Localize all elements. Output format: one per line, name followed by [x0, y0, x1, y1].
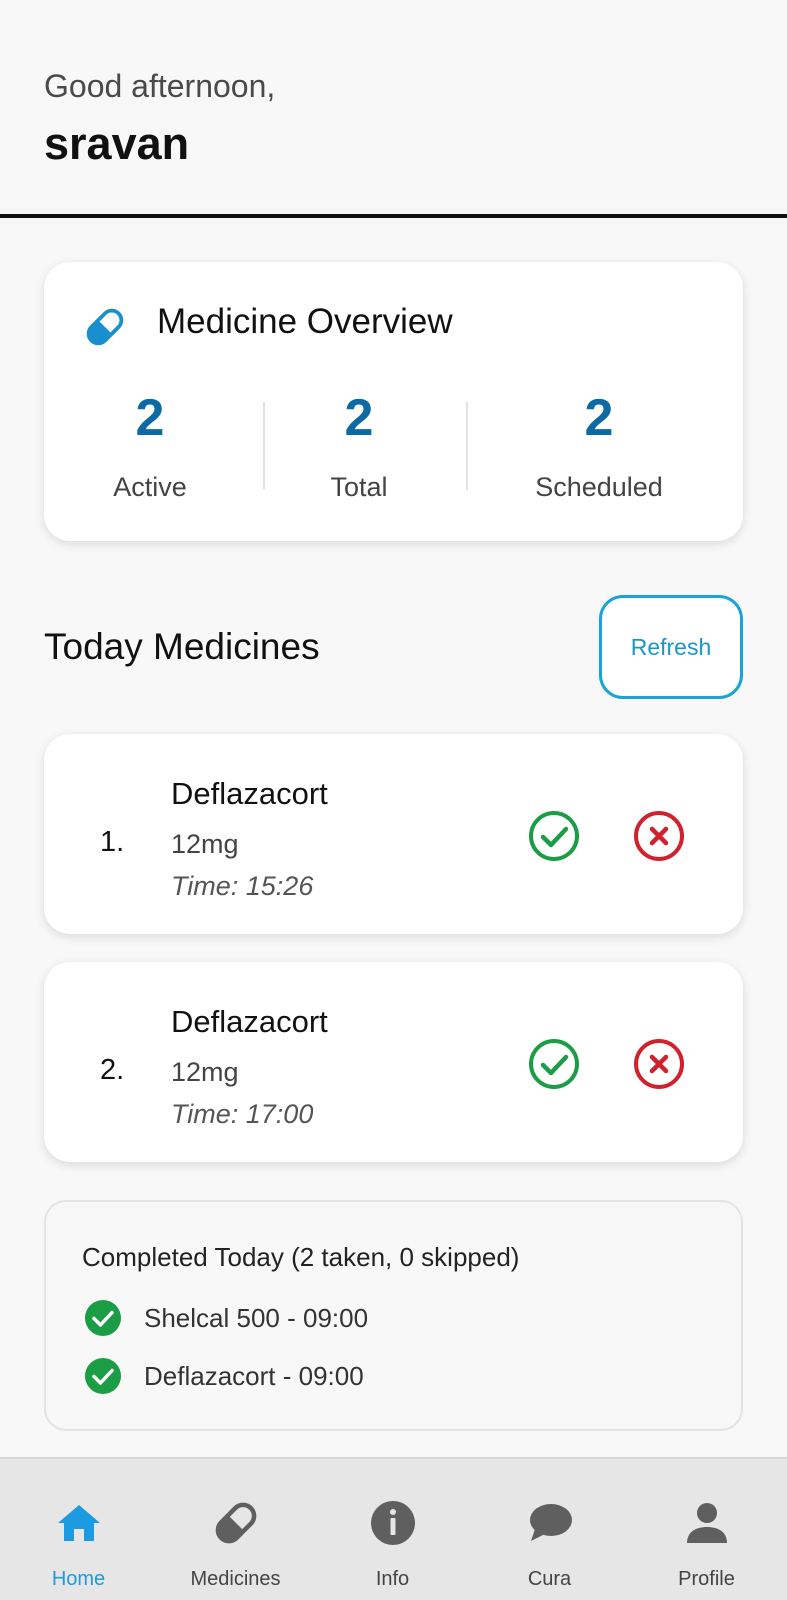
completed-item-text: Shelcal 500 - 09:00 [144, 1302, 369, 1333]
overview-title: Medicine Overview [157, 302, 453, 341]
greeting-header: Good afternoon, sravan [0, 0, 787, 218]
pill-icon [86, 308, 124, 346]
stat-label: Scheduled [535, 472, 663, 502]
username: sravan [44, 118, 190, 169]
nav-label: Medicines [190, 1568, 281, 1590]
mark-taken-check-icon[interactable] [528, 810, 580, 862]
completed-item-text: Deflazacort - 09:00 [144, 1360, 364, 1391]
check-circle-icon [85, 1358, 121, 1394]
completed-today-panel: Completed Today (2 taken, 0 skipped) She… [44, 1200, 743, 1431]
nav-label: Home [51, 1568, 106, 1590]
pill-icon [215, 1502, 257, 1544]
today-medicines-title: Today Medicines [44, 626, 320, 667]
stat-label: Total [330, 472, 388, 502]
home-icon [58, 1505, 100, 1541]
nav-item-cura[interactable]: Cura [471, 1459, 628, 1600]
medicine-index: 1. [100, 826, 125, 858]
medicine-time: Time: 17:00 [171, 1099, 314, 1129]
medicine-overview-card: Medicine Overview 2 Active 2 Total 2 Sch… [44, 262, 743, 541]
medicine-index: 2. [100, 1054, 125, 1086]
stat-total: 2 Total [259, 392, 459, 503]
medicine-name: Deflazacort [171, 776, 328, 811]
medicine-name: Deflazacort [171, 1004, 328, 1039]
stat-label: Active [113, 472, 187, 502]
stat-active: 2 Active [50, 392, 250, 503]
medicine-dose: 12mg [171, 1057, 239, 1087]
chat-bubble-icon [530, 1504, 572, 1541]
stat-value: 2 [584, 389, 614, 447]
nav-label: Profile [678, 1568, 735, 1590]
mark-skipped-close-icon[interactable] [633, 1038, 685, 1090]
greeting-text: Good afternoon, [44, 68, 276, 104]
medicine-item: 1. Deflazacort 12mg Time: 15:26 [44, 734, 743, 934]
nav-item-info[interactable]: Info [314, 1459, 471, 1600]
medicine-dose: 12mg [171, 829, 239, 859]
mark-skipped-close-icon[interactable] [633, 810, 685, 862]
check-circle-icon [85, 1300, 121, 1336]
person-icon [687, 1503, 727, 1543]
stat-divider [466, 402, 468, 490]
bottom-navigation: Home Medicines Info Cura Profile [0, 1457, 787, 1600]
stat-value: 2 [135, 389, 165, 447]
nav-item-medicines[interactable]: Medicines [157, 1459, 314, 1600]
completed-title: Completed Today (2 taken, 0 skipped) [82, 1242, 520, 1272]
nav-item-home[interactable]: Home [0, 1459, 157, 1600]
completed-item: Deflazacort - 09:00 [84, 1356, 364, 1396]
refresh-button[interactable]: Refresh [599, 595, 743, 699]
nav-label: Cura [527, 1568, 572, 1590]
info-icon [371, 1501, 415, 1545]
medicine-item: 2. Deflazacort 12mg Time: 17:00 [44, 962, 743, 1162]
stat-scheduled: 2 Scheduled [499, 392, 699, 503]
medicine-time: Time: 15:26 [171, 871, 314, 901]
stat-value: 2 [344, 389, 374, 447]
nav-item-profile[interactable]: Profile [628, 1459, 785, 1600]
nav-label: Info [375, 1568, 410, 1590]
completed-item: Shelcal 500 - 09:00 [84, 1298, 368, 1338]
mark-taken-check-icon[interactable] [528, 1038, 580, 1090]
